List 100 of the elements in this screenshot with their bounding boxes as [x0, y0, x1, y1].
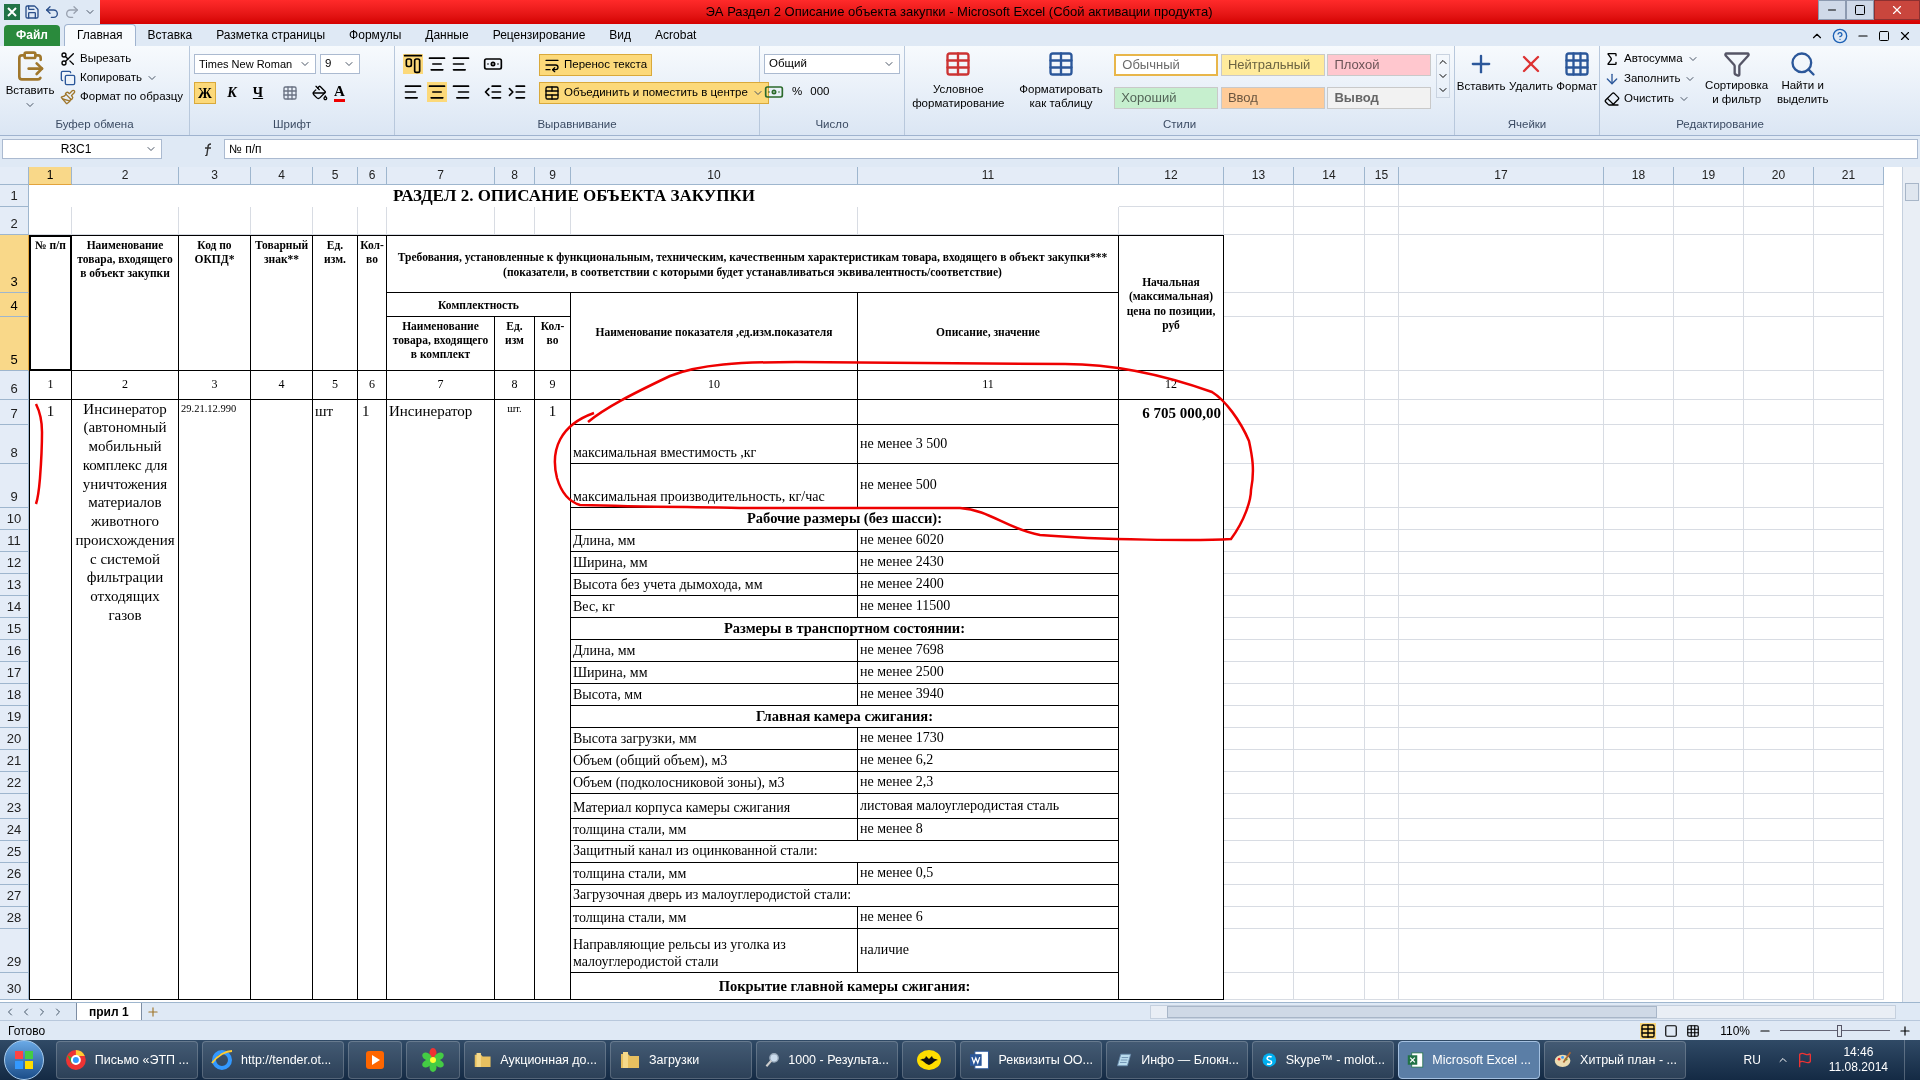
clear-button[interactable]: Очистить — [1604, 90, 1699, 108]
taskbar-button[interactable] — [902, 1041, 956, 1079]
zoom-slider-thumb[interactable] — [1837, 1024, 1843, 1037]
insert-cells-button[interactable]: Вставить — [1456, 49, 1506, 116]
copy-button[interactable]: Копировать — [60, 69, 184, 87]
taskbar-button[interactable]: http://tender.ot... — [202, 1041, 344, 1079]
ribbon-tab[interactable]: Вид — [597, 24, 644, 46]
cell-style-item[interactable]: Хороший — [1114, 86, 1219, 109]
row-header[interactable]: 4 — [0, 292, 29, 317]
maximize-button[interactable] — [1846, 0, 1874, 20]
taskbar-button[interactable]: Skype™ - molot... — [1252, 1041, 1394, 1079]
minimize-button[interactable] — [1818, 0, 1846, 20]
italic-button[interactable]: К — [222, 81, 242, 104]
align-center-icon[interactable] — [427, 81, 447, 102]
ribbon-tab[interactable]: Данные — [413, 24, 481, 46]
ribbon-tab[interactable]: Рецензирование — [480, 24, 598, 46]
language-indicator[interactable]: RU — [1743, 1051, 1761, 1069]
cut-button[interactable]: Вырезать — [60, 49, 184, 68]
help-icon[interactable] — [1832, 27, 1848, 44]
percent-button[interactable]: % — [792, 83, 803, 101]
taskbar-button[interactable]: Реквизиты ОО... — [960, 1041, 1102, 1079]
flag-icon[interactable] — [1796, 1052, 1813, 1068]
taskbar-button[interactable]: Microsoft Excel ... — [1398, 1041, 1540, 1079]
row-header[interactable]: 2 — [0, 206, 29, 235]
row-header[interactable]: 10 — [0, 507, 29, 530]
page-break-icon[interactable] — [1686, 1023, 1701, 1038]
taskbar-button[interactable]: Письмо «ЭТП ... — [56, 1041, 198, 1079]
format-painter-button[interactable]: Формат по образцу — [60, 88, 184, 106]
zoom-slider[interactable] — [1780, 1024, 1890, 1037]
sort-filter-button[interactable]: Сортировка и фильтр — [1706, 49, 1767, 116]
paste-button[interactable]: Вставить — [4, 49, 56, 116]
row-header[interactable]: 5 — [0, 316, 29, 371]
row-header[interactable]: 14 — [0, 595, 29, 618]
zoom-in-icon[interactable] — [1898, 1023, 1912, 1038]
cell-style-item[interactable]: Ввод — [1220, 86, 1325, 109]
row-header[interactable]: 29 — [0, 928, 29, 973]
row-header[interactable]: 28 — [0, 906, 29, 929]
row-header[interactable]: 19 — [0, 705, 29, 728]
borders-icon[interactable] — [282, 84, 298, 101]
taskbar-button[interactable]: Загрузки — [610, 1041, 752, 1079]
font-size-field[interactable]: 9 — [320, 53, 360, 74]
autosum-button[interactable]: Автосумма — [1604, 49, 1699, 68]
formula-field[interactable]: № п/п — [224, 138, 1918, 159]
format-as-table-button[interactable]: Форматировать как таблицу — [1011, 49, 1111, 116]
row-header[interactable]: 25 — [0, 840, 29, 863]
cell-style-item[interactable]: Обычный — [1114, 53, 1219, 76]
page-layout-icon[interactable] — [1664, 1023, 1679, 1038]
merge-center-button[interactable]: Объединить и поместить в центре — [539, 81, 769, 104]
sheet-tab[interactable]: прил 1 — [76, 1002, 142, 1021]
undo-icon[interactable] — [44, 3, 60, 20]
vertical-scrollbar[interactable] — [1902, 166, 1920, 1003]
row-header[interactable]: 3 — [0, 234, 29, 293]
zoom-level[interactable]: 110% — [1720, 1021, 1750, 1040]
row-header[interactable]: 12 — [0, 551, 29, 574]
row-header[interactable]: 9 — [0, 463, 29, 508]
fill-button[interactable]: Заполнить — [1604, 70, 1699, 88]
restore-icon[interactable] — [1878, 29, 1890, 42]
row-header[interactable]: 15 — [0, 617, 29, 640]
row-header[interactable]: 6 — [0, 370, 29, 400]
fill-color-icon[interactable] — [312, 84, 328, 101]
row-header[interactable]: 18 — [0, 683, 29, 706]
scrollbar-thumb[interactable] — [1904, 182, 1919, 201]
clock-date[interactable]: 11.08.2014 — [1828, 1060, 1888, 1075]
taskbar-button[interactable]: Хитрый план - ... — [1544, 1041, 1686, 1079]
row-header[interactable]: 17 — [0, 661, 29, 684]
underline-button[interactable]: Ч — [248, 81, 268, 104]
find-select-button[interactable]: Найти и выделить — [1774, 49, 1831, 116]
cell-style-item[interactable]: Нейтральный — [1220, 53, 1325, 76]
wrap-text-button[interactable]: Перенос текста — [539, 53, 653, 76]
save-icon[interactable] — [24, 3, 40, 20]
row-header[interactable]: 16 — [0, 639, 29, 662]
taskbar-button[interactable]: Инфо — Блокн... — [1106, 1041, 1248, 1079]
row-header[interactable]: 24 — [0, 818, 29, 841]
thousands-button[interactable]: 000 — [810, 83, 830, 101]
row-header[interactable]: 13 — [0, 573, 29, 596]
format-cells-button[interactable]: Формат — [1556, 49, 1598, 116]
delete-cells-button[interactable]: Удалить — [1508, 49, 1553, 116]
row-header[interactable]: 26 — [0, 862, 29, 885]
row-header[interactable]: 1 — [0, 184, 29, 207]
row-header[interactable]: 11 — [0, 529, 29, 552]
cell-style-item[interactable]: Вывод — [1327, 86, 1432, 109]
row-header[interactable]: 7 — [0, 399, 29, 425]
horizontal-scrollbar[interactable] — [1149, 1004, 1896, 1019]
start-button[interactable] — [4, 1040, 44, 1080]
align-top-icon[interactable] — [403, 53, 423, 74]
scrollbar-thumb[interactable] — [1166, 1005, 1657, 1018]
taskbar-button[interactable]: Аукционная до... — [464, 1041, 606, 1079]
bold-button[interactable]: Ж — [194, 81, 216, 104]
number-format-field[interactable]: Общий — [764, 53, 900, 74]
cell-style-item[interactable]: Плохой — [1327, 53, 1432, 76]
font-color-button[interactable]: А — [334, 83, 345, 102]
ribbon-tab[interactable]: Разметка страницы — [204, 24, 338, 46]
spreadsheet-icon[interactable] — [4, 3, 20, 20]
normal-view-icon[interactable] — [1640, 1022, 1657, 1039]
ribbon-tab[interactable]: Формулы — [337, 24, 414, 46]
font-name-field[interactable]: Times New Roman — [194, 53, 316, 74]
ribbon-tab[interactable]: Acrobat — [643, 24, 709, 46]
row-header[interactable]: 30 — [0, 972, 29, 1000]
ribbon-tab[interactable]: Вставка — [135, 24, 205, 46]
row-header[interactable]: 23 — [0, 793, 29, 819]
